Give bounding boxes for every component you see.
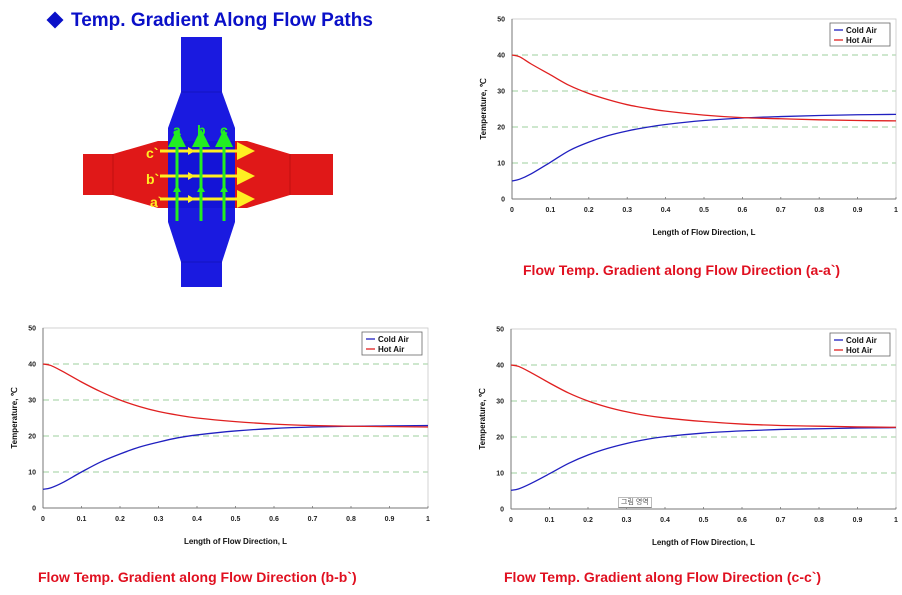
x-tick-label: 0.1 [545, 517, 555, 524]
chart-caption-c-c: Flow Temp. Gradient along Flow Direction… [504, 569, 822, 585]
series-line-hot-air [510, 364, 897, 428]
y-tick-label: 30 [496, 399, 504, 406]
x-tick-label: 0 [509, 517, 513, 524]
chart-c-c: 0 10 20 30 40 50 0 0.1 0.2 0.3 0.4 0.5 0.6 0.7 0.8 0.9 1… [478, 327, 898, 548]
x-tick-label: 0.8 [814, 517, 824, 524]
y-axis-title: Temperature, ℃ [478, 388, 487, 449]
x-tick-label: 0.5 [699, 517, 709, 524]
chart-legend: Cold AirHot Air [829, 332, 891, 357]
x-tick-label: 0.9 [853, 517, 863, 524]
y-tick-label: 0 [500, 507, 504, 514]
x-axis-title: Length of Flow Direction, L [652, 538, 755, 547]
x-tick-label: 1 [894, 517, 898, 524]
chart-caption-b-b: Flow Temp. Gradient along Flow Direction… [38, 569, 357, 585]
y-tick-label: 10 [496, 471, 504, 478]
y-tick-label: 20 [496, 435, 504, 442]
x-tick-label: 0.4 [660, 517, 670, 524]
x-tick-label: 0.2 [583, 517, 593, 524]
chart-caption-a-a: Flow Temp. Gradient along Flow Direction… [523, 262, 841, 278]
y-tick-label: 50 [496, 327, 504, 334]
legend-label: Cold Air [846, 336, 877, 345]
x-tick-label: 0.6 [737, 517, 747, 524]
legend-label: Hot Air [846, 346, 872, 355]
x-tick-label: 0.7 [776, 517, 786, 524]
x-tick-label: 0.3 [622, 517, 632, 524]
y-tick-label: 40 [496, 363, 504, 370]
chart-annotation: 그림 영역 [618, 497, 652, 508]
